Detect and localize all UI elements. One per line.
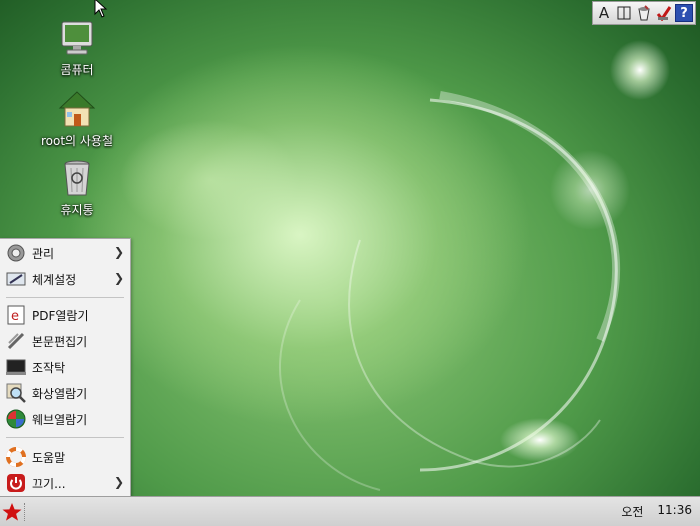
desktop-icon-home[interactable]: root의 사용철 (32, 89, 122, 149)
input-method-A-icon[interactable]: A (595, 4, 613, 22)
desktop-icon-trash[interactable]: 휴지통 (32, 158, 122, 218)
help-icon[interactable]: ? (675, 4, 693, 22)
help-icon-label: ? (675, 4, 693, 22)
gear-icon (7, 244, 25, 262)
menu-item-pdf-viewer[interactable]: e PDF열람기 (0, 303, 130, 327)
taskbar-clock[interactable]: 오전 11:36 (621, 503, 692, 520)
menu-item-text-editor[interactable]: 본문편집기 (0, 329, 130, 353)
desktop-icon-label: 콤퓨터 (60, 63, 94, 77)
taskbar: 오전 11:36 (0, 496, 700, 526)
settings-panel-icon (6, 272, 26, 286)
desktop-icon-label: root의 사용철 (40, 134, 114, 148)
menu-item-terminal[interactable]: 조작탁 (0, 355, 130, 379)
text-editor-pen-icon (7, 332, 25, 350)
red-star-icon[interactable] (2, 502, 22, 522)
mouse-cursor-icon (94, 0, 108, 18)
menu-item-image-viewer[interactable]: 화상열람기 (0, 381, 130, 405)
desktop-icon-label: 휴지통 (60, 203, 94, 217)
menu-item-label: 조작탁 (32, 360, 66, 375)
menu-item-help[interactable]: 도움말 (0, 445, 130, 469)
trash-bin-icon (57, 158, 97, 198)
taskbar-grip[interactable] (24, 503, 27, 521)
help-lifebuoy-icon (6, 447, 26, 467)
split-window-icon[interactable] (615, 4, 633, 22)
menu-item-admin[interactable]: 관리 ❯ (0, 241, 130, 265)
menu-item-label: 본문편집기 (32, 334, 88, 349)
cup-tool-icon[interactable] (635, 4, 653, 22)
menu-item-label: 체계설정 (32, 272, 77, 287)
clock-time: 11:36 (657, 503, 692, 517)
submenu-arrow-icon: ❯ (113, 271, 124, 285)
home-folder-icon (57, 89, 97, 129)
desktop-icon-computer[interactable]: 콤퓨터 (32, 18, 122, 78)
menu-item-label: 웨브열람기 (32, 412, 88, 427)
menu-item-system-settings[interactable]: 체계설정 ❯ (0, 267, 130, 291)
menu-item-label: PDF열람기 (32, 308, 89, 323)
web-browser-globe-icon (6, 409, 26, 429)
menu-item-label: 도움말 (32, 450, 66, 465)
top-tray: A ? (592, 1, 696, 25)
menu-item-shutdown[interactable]: 끄기... ❯ (0, 471, 130, 495)
submenu-arrow-icon: ❯ (113, 475, 124, 489)
menu-item-label: 관리 (32, 246, 55, 261)
start-menu: 관리 ❯ 체계설정 ❯ e PDF열람기 본문편집기 조작탁 화상열람기 웨브열… (0, 238, 131, 498)
computer-monitor-icon (57, 18, 97, 58)
menu-item-label: 끄기... (32, 476, 66, 491)
menu-item-label: 화상열람기 (32, 386, 88, 401)
menu-separator (6, 297, 124, 298)
svg-text:e: e (11, 309, 19, 324)
terminal-icon (6, 359, 26, 375)
image-viewer-magnifier-icon (6, 383, 26, 403)
submenu-arrow-icon: ❯ (113, 245, 124, 259)
clock-period: 오전 (621, 505, 644, 519)
menu-item-web-browser[interactable]: 웨브열람기 (0, 407, 130, 431)
checkmark-tool-icon[interactable] (655, 4, 673, 22)
pdf-reader-icon: e (7, 305, 25, 325)
power-icon (7, 474, 25, 492)
menu-separator (6, 437, 124, 438)
